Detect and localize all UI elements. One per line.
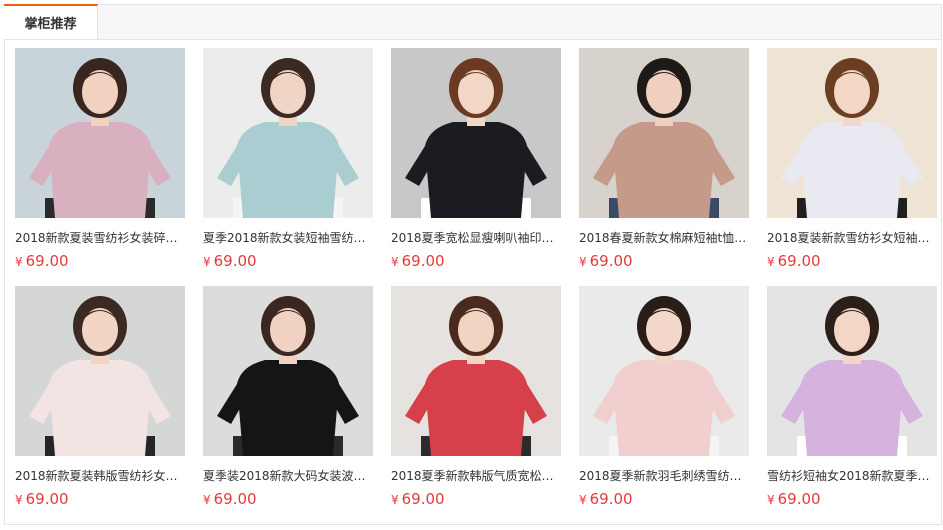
product-image[interactable] <box>391 286 561 456</box>
product-image[interactable] <box>203 48 373 218</box>
product-card[interactable]: 2018夏季新款羽毛刺绣雪纺衫上衣 ¥69.00 <box>579 286 749 511</box>
product-card[interactable]: 夏季装2018新款大码女装波点雪纺衫 ¥69.00 <box>203 286 373 511</box>
tab-bar: 掌柜推荐 <box>4 4 941 40</box>
price-value: 69.00 <box>213 252 257 270</box>
product-image[interactable] <box>15 286 185 456</box>
product-image[interactable] <box>579 48 749 218</box>
product-price: ¥69.00 <box>203 252 257 270</box>
price-value: 69.00 <box>589 490 633 508</box>
product-image[interactable] <box>391 48 561 218</box>
product-title[interactable]: 2018春夏新款女棉麻短袖t恤上衣 <box>579 229 749 246</box>
product-image[interactable] <box>767 286 937 456</box>
currency-symbol: ¥ <box>579 255 587 269</box>
price-value: 69.00 <box>213 490 257 508</box>
product-image[interactable] <box>579 286 749 456</box>
product-image[interactable] <box>767 48 937 218</box>
product-card[interactable]: 2018新款夏装韩版雪纺衫女短袖上衣 ¥69.00 <box>15 286 185 511</box>
currency-symbol: ¥ <box>767 255 775 269</box>
price-value: 69.00 <box>777 490 821 508</box>
currency-symbol: ¥ <box>15 255 23 269</box>
product-title[interactable]: 夏季装2018新款大码女装波点雪纺衫 <box>203 467 373 484</box>
product-title[interactable]: 2018夏季新款羽毛刺绣雪纺衫上衣 <box>579 467 749 484</box>
product-image[interactable] <box>203 286 373 456</box>
product-price: ¥69.00 <box>203 490 257 508</box>
product-title[interactable]: 2018夏季新款韩版气质宽松潮上衣 <box>391 467 561 484</box>
product-price: ¥69.00 <box>579 490 633 508</box>
price-value: 69.00 <box>25 490 69 508</box>
product-title[interactable]: 2018新款夏装雪纺衫女装碎花上衣 <box>15 229 185 246</box>
currency-symbol: ¥ <box>391 493 399 507</box>
product-card[interactable]: 2018夏季宽松显瘦喇叭袖印花雪纺衫 ¥69.00 <box>391 48 561 273</box>
currency-symbol: ¥ <box>579 493 587 507</box>
currency-symbol: ¥ <box>15 493 23 507</box>
product-card[interactable]: 2018夏季新款韩版气质宽松潮上衣 ¥69.00 <box>391 286 561 511</box>
product-price: ¥69.00 <box>15 252 69 270</box>
product-price: ¥69.00 <box>15 490 69 508</box>
product-card[interactable]: 雪纺衫短袖女2018新款夏季韩版上衣 ¥69.00 <box>767 286 937 511</box>
currency-symbol: ¥ <box>767 493 775 507</box>
product-title[interactable]: 2018夏装新款雪纺衫女短袖甜美上衣 <box>767 229 937 246</box>
currency-symbol: ¥ <box>203 493 211 507</box>
tab-shopkeeper-recommend[interactable]: 掌柜推荐 <box>4 4 98 39</box>
product-price: ¥69.00 <box>767 252 821 270</box>
product-title[interactable]: 夏季2018新款女装短袖雪纺衫上衣 <box>203 229 373 246</box>
product-image[interactable] <box>15 48 185 218</box>
product-price: ¥69.00 <box>391 252 445 270</box>
product-price: ¥69.00 <box>391 490 445 508</box>
product-card[interactable]: 夏季2018新款女装短袖雪纺衫上衣 ¥69.00 <box>203 48 373 273</box>
price-value: 69.00 <box>777 252 821 270</box>
product-title[interactable]: 2018夏季宽松显瘦喇叭袖印花雪纺衫 <box>391 229 561 246</box>
price-value: 69.00 <box>401 252 445 270</box>
price-value: 69.00 <box>25 252 69 270</box>
currency-symbol: ¥ <box>203 255 211 269</box>
currency-symbol: ¥ <box>391 255 399 269</box>
product-title[interactable]: 雪纺衫短袖女2018新款夏季韩版上衣 <box>767 467 937 484</box>
product-price: ¥69.00 <box>579 252 633 270</box>
product-price: ¥69.00 <box>767 490 821 508</box>
product-title[interactable]: 2018新款夏装韩版雪纺衫女短袖上衣 <box>15 467 185 484</box>
product-card[interactable]: 2018春夏新款女棉麻短袖t恤上衣 ¥69.00 <box>579 48 749 273</box>
price-value: 69.00 <box>401 490 445 508</box>
price-value: 69.00 <box>589 252 633 270</box>
product-card[interactable]: 2018新款夏装雪纺衫女装碎花上衣 ¥69.00 <box>15 48 185 273</box>
product-card[interactable]: 2018夏装新款雪纺衫女短袖甜美上衣 ¥69.00 <box>767 48 937 273</box>
